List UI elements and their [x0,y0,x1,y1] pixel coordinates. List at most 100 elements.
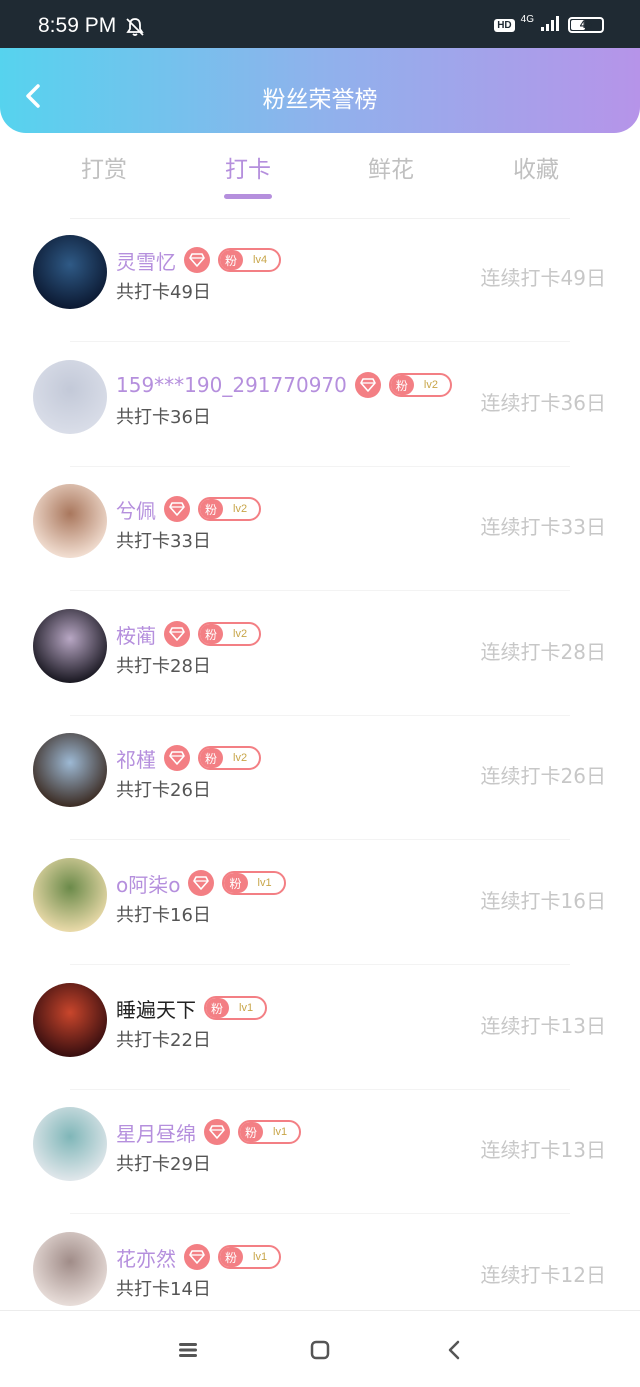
fan-badge-label: 粉 [206,998,230,1018]
tab-bar: 打赏 打卡 鲜花 收藏 [0,140,640,210]
list-item[interactable]: 星月昼绵 粉 lv1 共打卡29日 连续打卡13日 [0,1090,640,1214]
signal-icon [540,14,562,36]
streak-text: 连续打卡49日 [480,266,606,290]
fan-level-badge: 粉 lv1 [204,996,268,1020]
total-checkin-text: 共打卡14日 [116,1279,211,1300]
home-button[interactable] [300,1335,340,1365]
list-item[interactable]: 灵雪忆 粉 lv4 共打卡49日 连续打卡49日 [0,218,640,342]
total-checkin-text: 共打卡33日 [116,531,211,552]
diamond-icon [164,745,190,771]
status-indicators: HD 4G 46 [494,14,604,36]
fan-level-text: lv1 [273,1126,288,1138]
username[interactable]: 星月昼绵 [116,1118,196,1147]
username[interactable]: 祁槿 [116,744,156,773]
streak-text: 连续打卡26日 [480,764,606,788]
diamond-icon [164,496,190,522]
menu-button[interactable] [168,1335,208,1365]
avatar[interactable] [33,235,107,309]
avatar[interactable] [33,1107,107,1181]
username[interactable]: 花亦然 [116,1243,176,1272]
fan-badge-label: 粉 [390,375,414,395]
fan-badge-label: 粉 [240,1122,264,1142]
list-item[interactable]: 159***190_291770970 粉 lv2 共打卡36日 连续打卡36日 [0,343,640,467]
avatar[interactable] [33,858,107,932]
tab-favorites[interactable]: 收藏 [476,150,596,184]
avatar[interactable] [33,983,107,1057]
home-square-icon [310,1340,330,1360]
system-nav-bar [0,1310,640,1387]
name-line: 159***190_291770970 粉 lv2 [116,371,452,399]
total-checkin-text: 共打卡16日 [116,905,211,926]
fan-badge-label: 粉 [224,873,248,893]
username[interactable]: 159***190_291770970 [116,373,347,397]
row-divider [70,1213,570,1214]
menu-icon [179,1343,197,1357]
header: 8:59 PM HD 4G 46 粉丝荣誉榜 [0,0,640,133]
fan-level-badge: 粉 lv1 [238,1120,302,1144]
avatar[interactable] [33,360,107,434]
list-item[interactable]: o阿柒o 粉 lv1 共打卡16日 连续打卡16日 [0,841,640,965]
row-divider [70,590,570,591]
total-checkin-text: 共打卡49日 [116,282,211,303]
fan-level-text: lv1 [253,1251,268,1263]
username[interactable]: 桉蔺 [116,620,156,649]
status-bar: 8:59 PM HD 4G 46 [0,0,640,48]
fan-badge-label: 粉 [220,250,244,270]
active-tab-indicator [224,194,272,199]
avatar[interactable] [33,609,107,683]
fan-level-badge: 粉 lv1 [218,1245,282,1269]
fan-level-badge: 粉 lv4 [218,248,282,272]
fan-honor-page: 8:59 PM HD 4G 46 粉丝荣誉榜 打赏 打卡 鲜花 收藏 灵雪忆 粉… [0,0,640,1387]
avatar[interactable] [33,1232,107,1306]
name-line: 花亦然 粉 lv1 [116,1243,282,1272]
streak-text: 连续打卡36日 [480,391,606,415]
diamond-icon [184,247,210,273]
page-title: 粉丝荣誉榜 [262,87,378,113]
streak-text: 连续打卡12日 [480,1263,606,1287]
username[interactable]: 灵雪忆 [116,246,176,275]
streak-text: 连续打卡16日 [480,889,606,913]
list-item[interactable]: 祁槿 粉 lv2 共打卡26日 连续打卡26日 [0,716,640,840]
streak-text: 连续打卡28日 [480,640,606,664]
list-item[interactable]: 睡遍天下粉 lv1 共打卡22日 连续打卡13日 [0,966,640,1090]
status-time: 8:59 PM [38,14,117,37]
list-item[interactable]: 桉蔺 粉 lv2 共打卡28日 连续打卡28日 [0,592,640,716]
tab-reward[interactable]: 打赏 [44,150,164,184]
name-line: 祁槿 粉 lv2 [116,744,262,773]
streak-text: 连续打卡13日 [480,1014,606,1038]
total-checkin-text: 共打卡26日 [116,780,211,801]
fan-level-badge: 粉 lv2 [388,373,452,397]
tab-flowers[interactable]: 鲜花 [331,150,451,184]
fan-level-text: lv2 [423,379,438,391]
row-divider [70,964,570,965]
username[interactable]: 兮佩 [116,495,156,524]
streak-text: 连续打卡33日 [480,515,606,539]
tab-checkin[interactable]: 打卡 [188,150,308,184]
diamond-icon [184,1244,210,1270]
fan-badge-label: 粉 [220,1247,244,1267]
streak-text: 连续打卡13日 [480,1138,606,1162]
fan-level-badge: 粉 lv2 [198,746,262,770]
hd-badge: HD [494,18,515,32]
username[interactable]: 睡遍天下 [116,994,196,1023]
fan-badge-label: 粉 [200,748,224,768]
fan-badge-label: 粉 [200,499,224,519]
fan-level-text: lv2 [233,628,248,640]
fan-level-text: lv4 [253,254,268,266]
total-checkin-text: 共打卡29日 [116,1154,211,1175]
username[interactable]: o阿柒o [116,869,180,898]
fan-level-badge: 粉 lv2 [198,622,262,646]
diamond-icon [188,870,215,896]
fan-badge-label: 粉 [200,624,224,644]
avatar[interactable] [33,733,107,807]
name-line: 桉蔺 粉 lv2 [116,620,262,649]
fan-level-text: lv2 [233,752,248,764]
back-nav-button[interactable] [434,1335,474,1365]
diamond-icon [354,372,381,398]
back-triangle-icon [448,1340,460,1360]
total-checkin-text: 共打卡22日 [116,1030,211,1051]
avatar[interactable] [33,484,107,558]
list-item[interactable]: 兮佩 粉 lv2 共打卡33日 连续打卡33日 [0,467,640,591]
fan-level-badge: 粉 lv1 [222,871,286,895]
fan-level-text: lv1 [239,1002,254,1014]
